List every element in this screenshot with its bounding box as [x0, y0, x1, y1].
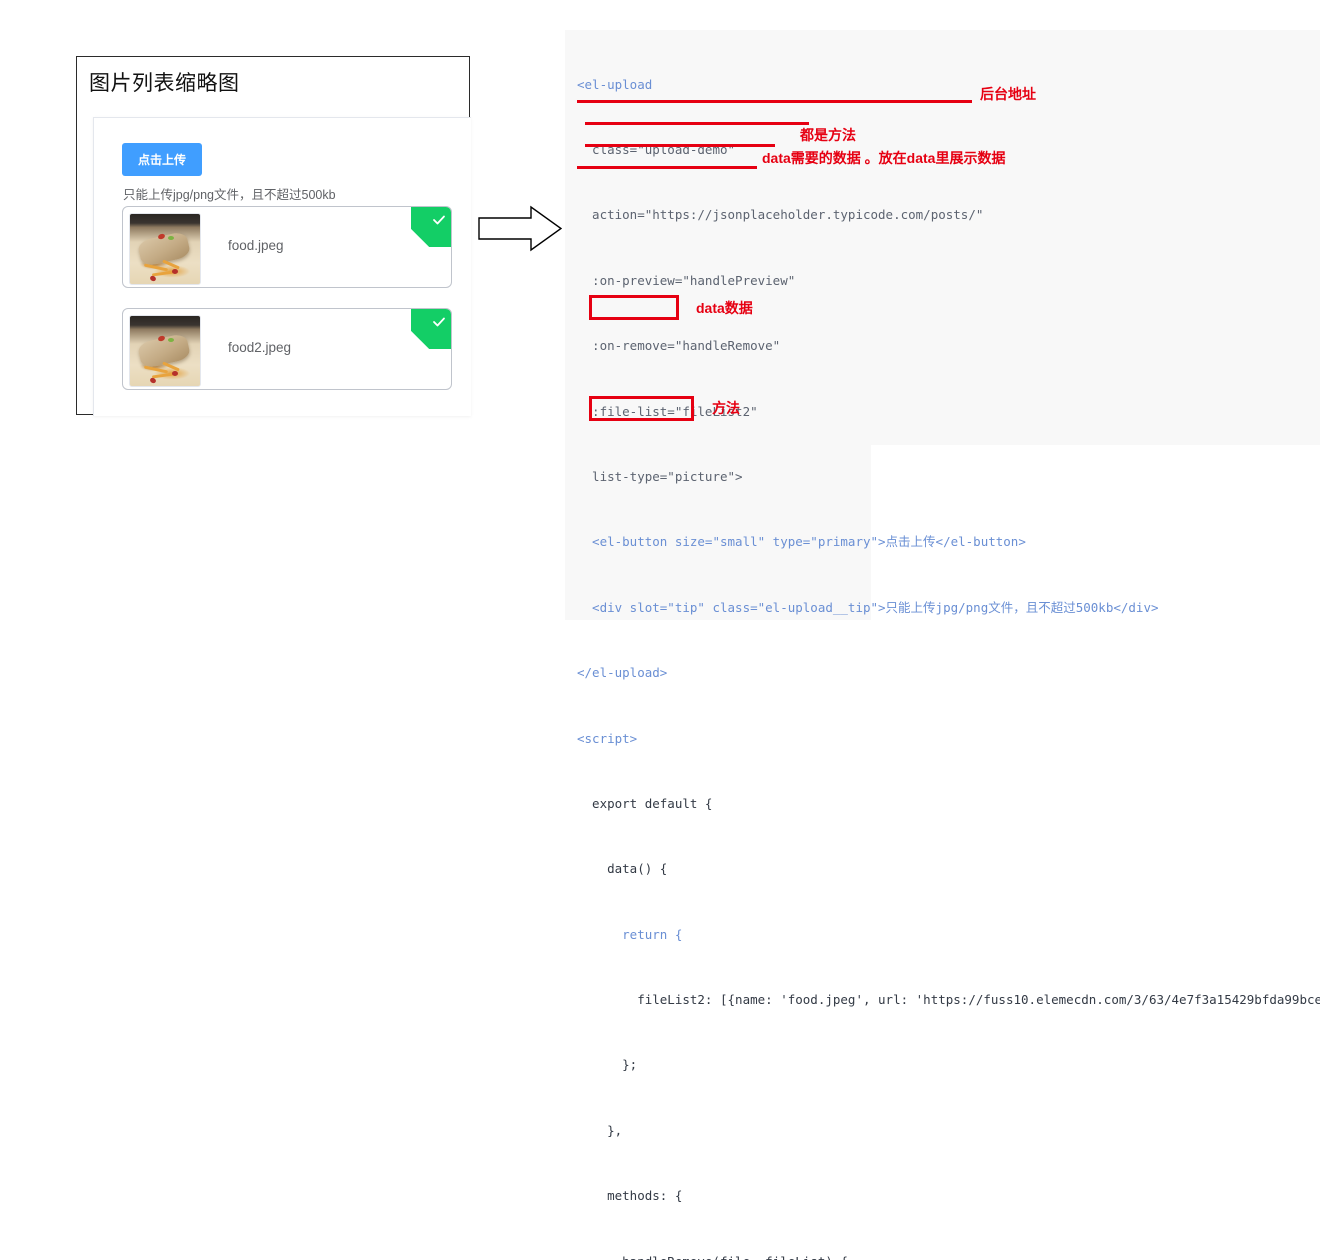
annotation-methods-label: 方法 — [712, 400, 740, 416]
code-line: }; — [577, 1057, 638, 1073]
annotation-underline-file-list — [577, 166, 757, 169]
annotation-box-methods — [589, 396, 694, 421]
file-list-item[interactable]: food2.jpeg — [122, 308, 452, 390]
file-name-label: food2.jpeg — [228, 340, 292, 355]
code-line: }, — [577, 1122, 623, 1138]
code-line: <el-button size="small" type="primary">点… — [577, 534, 1026, 550]
right-arrow-icon — [478, 205, 562, 252]
check-icon — [433, 215, 445, 225]
code-line: :on-preview="handlePreview" — [577, 272, 796, 288]
code-line: </el-upload> — [577, 665, 668, 681]
annotation-box-data — [589, 295, 679, 320]
annotation-underline-on-preview-b — [709, 122, 809, 125]
code-line: :on-remove="handleRemove" — [577, 338, 781, 354]
code-line: <div slot="tip" class="el-upload__tip">只… — [577, 599, 1159, 615]
code-line: export default { — [577, 795, 713, 811]
code-line: <script> — [577, 730, 638, 746]
file-thumbnail[interactable] — [129, 213, 201, 285]
code-line: return { — [577, 926, 683, 942]
check-icon — [433, 317, 445, 327]
code-line: fileList2: [{name: 'food.jpeg', url: 'ht… — [577, 992, 1320, 1008]
annotation-all-methods: 都是方法 — [800, 127, 856, 143]
code-line: methods: { — [577, 1188, 683, 1204]
upload-success-badge — [411, 207, 451, 247]
code-line: list-type="picture"> — [577, 468, 743, 484]
page-title: 图片列表缩略图 — [89, 72, 240, 95]
file-list-item[interactable]: food.jpeg — [122, 206, 452, 288]
annotation-backend-address: 后台地址 — [980, 86, 1036, 102]
upload-button[interactable]: 点击上传 — [122, 143, 203, 176]
code-line: data() { — [577, 861, 668, 877]
annotation-data-needed: data需要的数据 。放在data里展示数据 — [762, 150, 1006, 166]
code-line: <el-upload — [577, 76, 653, 92]
file-thumbnail[interactable] — [129, 315, 201, 387]
code-block: <el-upload class="upload-demo" action="h… — [565, 30, 1320, 1260]
code-line: action="https://jsonplaceholder.typicode… — [577, 207, 984, 223]
annotation-data-data: data数据 — [696, 300, 753, 316]
code-line: handleRemove(file, fileList) { — [565, 1251, 1320, 1260]
upload-success-badge — [411, 309, 451, 349]
upload-card: 点击上传 只能上传jpg/png文件，且不超过500kb food.jpeg f… — [93, 117, 471, 416]
upload-tip-text: 只能上传jpg/png文件，且不超过500kb — [123, 188, 336, 202]
code-listing-panel: <el-upload class="upload-demo" action="h… — [565, 30, 1320, 1260]
thumbnail-image — [130, 214, 200, 284]
file-name-label: food.jpeg — [228, 238, 284, 253]
annotation-underline-action — [577, 100, 972, 103]
annotation-underline-on-remove — [585, 144, 775, 147]
thumbnail-image — [130, 316, 200, 386]
image-list-thumbnail-panel: 图片列表缩略图 点击上传 只能上传jpg/png文件，且不超过500kb foo… — [76, 56, 471, 416]
